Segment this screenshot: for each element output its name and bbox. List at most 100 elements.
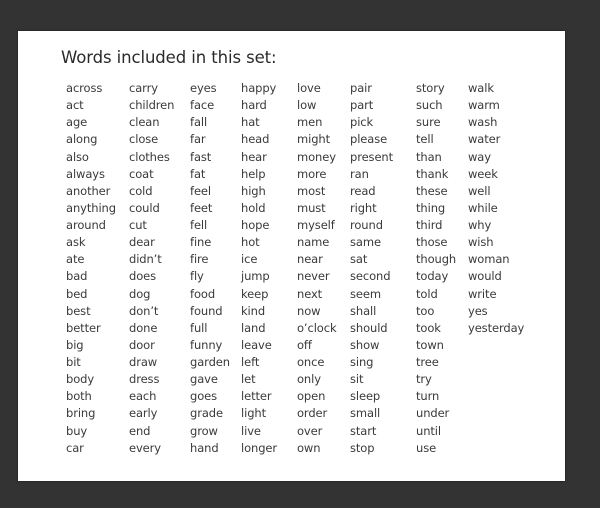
word-item: stop bbox=[350, 440, 375, 455]
word-item: high bbox=[241, 183, 266, 198]
word-item: done bbox=[129, 320, 158, 335]
word-item: over bbox=[297, 423, 323, 438]
word-item: cold bbox=[129, 183, 153, 198]
word-item: open bbox=[297, 389, 326, 404]
word-item: small bbox=[350, 406, 381, 421]
word-item: second bbox=[350, 269, 391, 284]
word-item: once bbox=[297, 355, 325, 369]
word-item: those bbox=[416, 235, 448, 250]
word-item: clean bbox=[129, 115, 160, 130]
word-item: does bbox=[129, 269, 157, 284]
word-item: told bbox=[416, 286, 438, 301]
word-item: never bbox=[297, 269, 330, 284]
word-item: third bbox=[416, 218, 443, 232]
word-item: letter bbox=[241, 389, 272, 404]
word-item: thank bbox=[416, 166, 449, 181]
word-item: while bbox=[468, 200, 498, 215]
word-item: goes bbox=[190, 389, 218, 404]
word-item: dog bbox=[129, 286, 151, 301]
word-item: bring bbox=[66, 406, 96, 421]
word-item: hope bbox=[241, 218, 270, 232]
word-item: sat bbox=[350, 252, 368, 267]
word-item: hard bbox=[241, 98, 267, 113]
word-item: found bbox=[190, 303, 223, 318]
word-item: ran bbox=[350, 166, 369, 181]
word-item: best bbox=[66, 303, 91, 318]
word-item: early bbox=[129, 406, 158, 421]
word-item: kind bbox=[241, 303, 266, 318]
word-item: hand bbox=[190, 440, 219, 455]
word-item: round bbox=[350, 218, 383, 232]
word-item: let bbox=[241, 372, 256, 387]
word-item: along bbox=[66, 132, 98, 147]
word-item: same bbox=[350, 235, 381, 250]
word-item: full bbox=[190, 320, 208, 335]
word-item: than bbox=[416, 149, 442, 164]
word-item: until bbox=[416, 423, 441, 438]
word-item: ate bbox=[66, 252, 85, 267]
word-item: live bbox=[241, 423, 261, 438]
word-item: warm bbox=[468, 98, 500, 113]
word-item: don’t bbox=[129, 303, 159, 318]
word-item: near bbox=[297, 252, 323, 267]
word-item: ice bbox=[241, 252, 258, 267]
word-item: might bbox=[297, 132, 330, 147]
word-item: way bbox=[468, 149, 491, 164]
word-item: fly bbox=[190, 269, 204, 284]
word-item: body bbox=[66, 372, 95, 387]
word-item: always bbox=[66, 166, 105, 181]
word-item: money bbox=[297, 149, 336, 164]
word-item: feet bbox=[190, 200, 213, 215]
word-item: men bbox=[297, 115, 323, 130]
word-item: low bbox=[297, 98, 317, 113]
word-item: land bbox=[241, 320, 266, 335]
word-item: face bbox=[190, 98, 215, 113]
word-item: each bbox=[129, 389, 157, 404]
word-item: hot bbox=[241, 235, 260, 250]
word-item: thing bbox=[416, 200, 446, 215]
word-item: walk bbox=[468, 81, 494, 95]
word-column: across act age along also always another anythi… bbox=[66, 80, 116, 457]
word-item: woman bbox=[468, 252, 510, 267]
word-item: read bbox=[350, 183, 376, 198]
word-item: clothes bbox=[129, 149, 170, 164]
word-item: big bbox=[66, 337, 84, 352]
word-item: jump bbox=[241, 269, 270, 284]
word-item: bit bbox=[66, 355, 81, 369]
word-item: tree bbox=[416, 355, 439, 369]
word-item: also bbox=[66, 149, 89, 164]
word-item: car bbox=[66, 440, 84, 455]
word-item: right bbox=[350, 200, 377, 215]
word-item: too bbox=[416, 303, 435, 318]
word-item: bed bbox=[66, 286, 88, 301]
word-item: these bbox=[416, 183, 448, 198]
word-item: dear bbox=[129, 235, 155, 250]
word-item: happy bbox=[241, 81, 277, 95]
word-column: story such sure tell than thank these thing thir… bbox=[416, 80, 456, 457]
word-item: fire bbox=[190, 252, 209, 267]
word-item: hat bbox=[241, 115, 260, 130]
word-item: could bbox=[129, 200, 160, 215]
word-item: hold bbox=[241, 200, 266, 215]
word-item: act bbox=[66, 98, 84, 113]
word-item: today bbox=[416, 269, 449, 284]
word-item: yes bbox=[468, 303, 488, 318]
word-item: tell bbox=[416, 132, 434, 147]
page-title: Words included in this set: bbox=[61, 48, 277, 67]
word-list-page: Words included in this set: across act age… bbox=[18, 31, 565, 481]
word-item: myself bbox=[297, 218, 335, 232]
word-item: didn’t bbox=[129, 252, 162, 267]
word-item: more bbox=[297, 166, 327, 181]
word-item: funny bbox=[190, 337, 223, 352]
word-item: gave bbox=[190, 372, 218, 387]
word-item: fine bbox=[190, 235, 212, 250]
word-item: food bbox=[190, 286, 216, 301]
word-item: children bbox=[129, 98, 175, 113]
word-item: name bbox=[297, 235, 330, 250]
word-item: eyes bbox=[190, 81, 217, 95]
word-item: around bbox=[66, 218, 106, 232]
word-item: should bbox=[350, 320, 388, 335]
word-column: carry children clean close clothes coat cold co… bbox=[129, 80, 174, 457]
word-item: fell bbox=[190, 218, 208, 232]
word-item: pick bbox=[350, 115, 374, 130]
